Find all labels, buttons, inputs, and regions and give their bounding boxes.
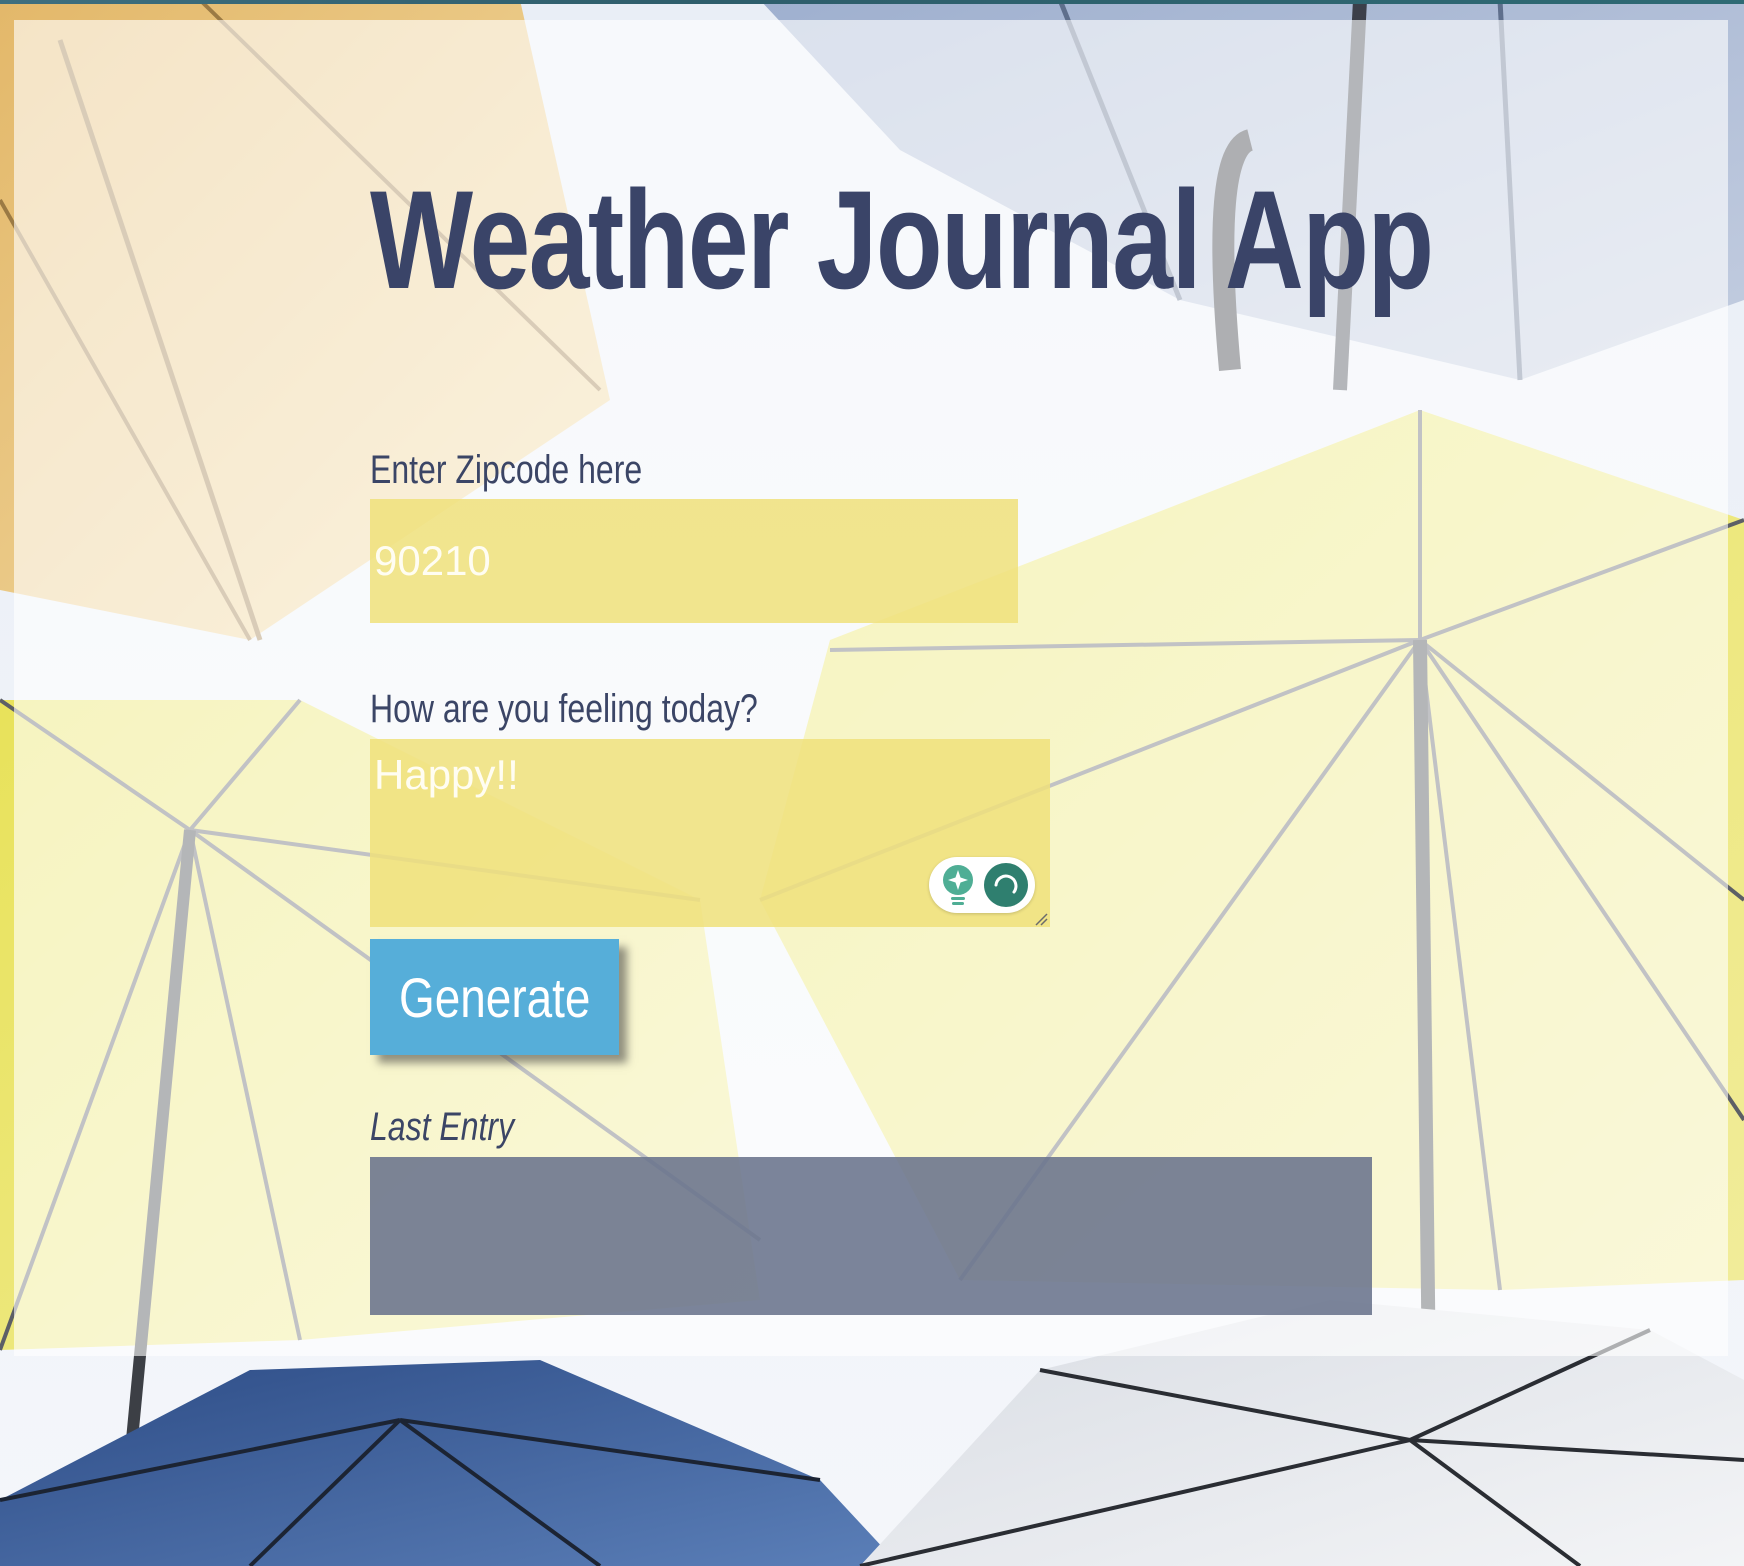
writing-assistant-widget[interactable] xyxy=(929,857,1035,913)
zip-label: Enter Zipcode here xyxy=(370,448,643,492)
feelings-label: How are you feeling today? xyxy=(370,687,758,731)
last-entry-box xyxy=(370,1157,1372,1315)
zip-input[interactable] xyxy=(370,499,1018,623)
resize-grip-icon[interactable] xyxy=(1034,912,1048,926)
lightbulb-sparkle-icon[interactable] xyxy=(941,864,975,906)
top-accent-strip xyxy=(0,0,1744,4)
generate-button[interactable]: Generate xyxy=(370,939,619,1055)
page-title: Weather Journal App xyxy=(370,161,1434,318)
last-entry-label: Last Entry xyxy=(370,1105,515,1149)
generate-button-label: Generate xyxy=(398,965,591,1029)
loading-spinner-icon[interactable] xyxy=(984,863,1028,907)
